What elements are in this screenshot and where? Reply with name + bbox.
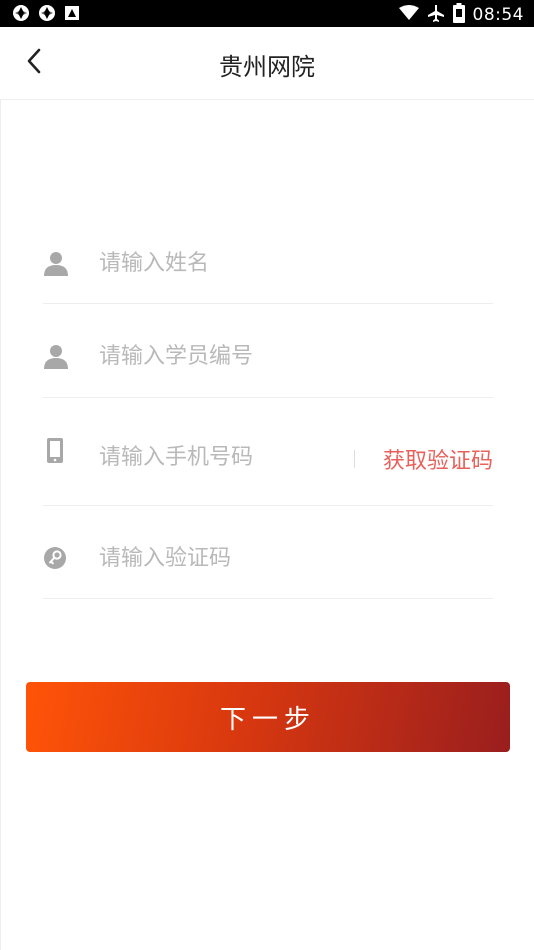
status-time: 08:54 (472, 5, 524, 25)
phone-input[interactable] (99, 442, 339, 472)
code-divider (354, 450, 355, 468)
image-icon (64, 5, 80, 25)
phone-icon (43, 437, 69, 463)
status-bar: 08:54 (0, 0, 534, 27)
page-title: 贵州网院 (219, 53, 315, 81)
get-code-button[interactable]: 获取验证码 (383, 443, 493, 475)
status-bar-right-icons: 08:54 (398, 3, 525, 27)
name-input[interactable] (99, 248, 479, 278)
next-button[interactable]: 下一步 (26, 682, 510, 752)
code-input[interactable] (99, 543, 479, 573)
phone-field-row: 获取验证码 (43, 397, 493, 506)
aperture-icon (38, 4, 56, 26)
app-bar: 贵州网院 (0, 27, 534, 100)
airplane-icon (427, 4, 445, 26)
user-icon (43, 343, 69, 369)
name-field-row (43, 236, 493, 304)
battery-icon (452, 3, 465, 27)
aperture-icon (12, 4, 30, 26)
code-field-row (43, 505, 493, 599)
status-bar-left-icons (12, 4, 80, 26)
key-icon (43, 545, 69, 571)
student-id-field-row (43, 303, 493, 398)
student-id-input[interactable] (99, 341, 479, 371)
user-icon (43, 250, 69, 276)
form-container: 获取验证码 下一步 (0, 100, 534, 950)
wifi-icon (398, 5, 419, 25)
